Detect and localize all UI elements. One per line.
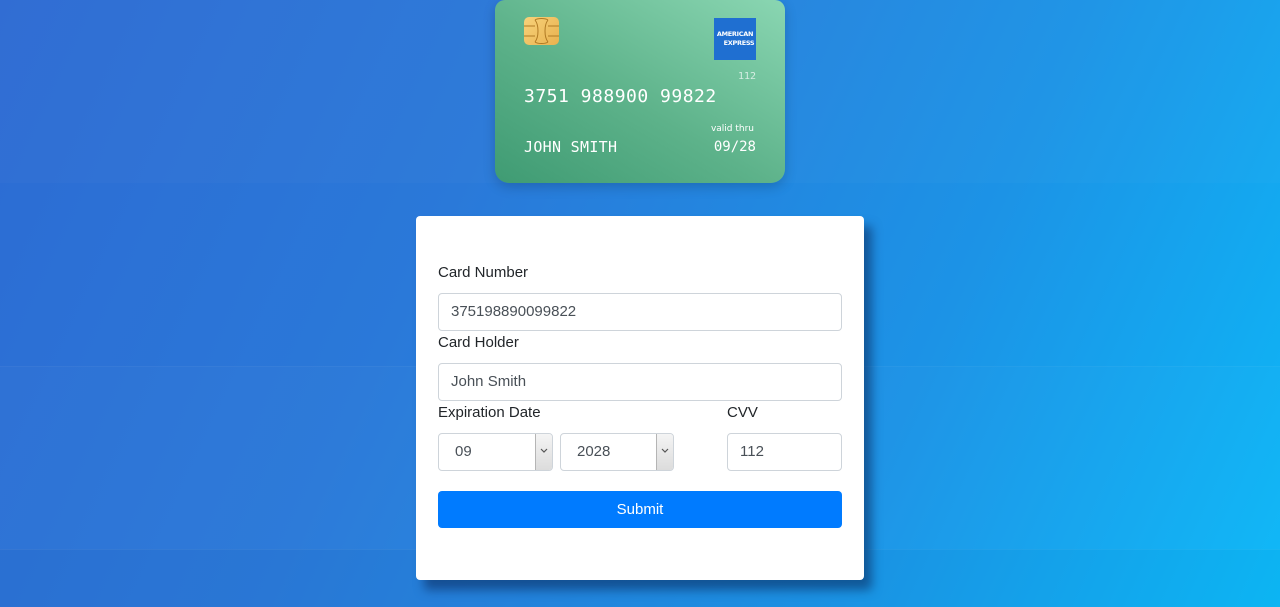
amex-logo: AMERICAN EXPRESS — [714, 18, 756, 60]
card-number-input[interactable]: 375198890099822 — [438, 293, 842, 331]
credit-card-preview: AMERICAN EXPRESS 112 3751 988900 99822 v… — [495, 0, 785, 183]
chevron-down-icon[interactable] — [535, 434, 552, 470]
expiry-month-value: 09 — [455, 443, 472, 460]
card-number-label: Card Number — [438, 264, 529, 281]
chevron-down-icon[interactable] — [656, 434, 673, 470]
cvv-label: CVV — [727, 404, 758, 421]
cvv-input[interactable]: 112 — [727, 433, 842, 471]
expiry-month-select[interactable]: 09 — [438, 433, 553, 471]
valid-thru-label: valid thru — [710, 124, 754, 134]
card-holder-input[interactable]: John Smith — [438, 363, 842, 401]
payment-form: Card Number 375198890099822 Card Holder … — [416, 216, 864, 580]
submit-button[interactable]: Submit — [438, 491, 842, 528]
expiration-date-label: Expiration Date — [438, 404, 541, 421]
card-holder-display: JOHN SMITH — [524, 138, 618, 156]
card-number-display: 3751 988900 99822 — [524, 86, 717, 107]
brand-name-line: EXPRESS — [723, 39, 755, 47]
card-holder-label: Card Holder — [438, 334, 519, 351]
brand-name-line: AMERICAN — [716, 30, 754, 38]
chip-icon — [524, 17, 559, 45]
expiry-year-value: 2028 — [577, 443, 611, 460]
card-expiry-display: 09/28 — [713, 139, 756, 155]
card-cvv: 112 — [737, 71, 756, 82]
expiry-year-select[interactable]: 2028 — [560, 433, 674, 471]
